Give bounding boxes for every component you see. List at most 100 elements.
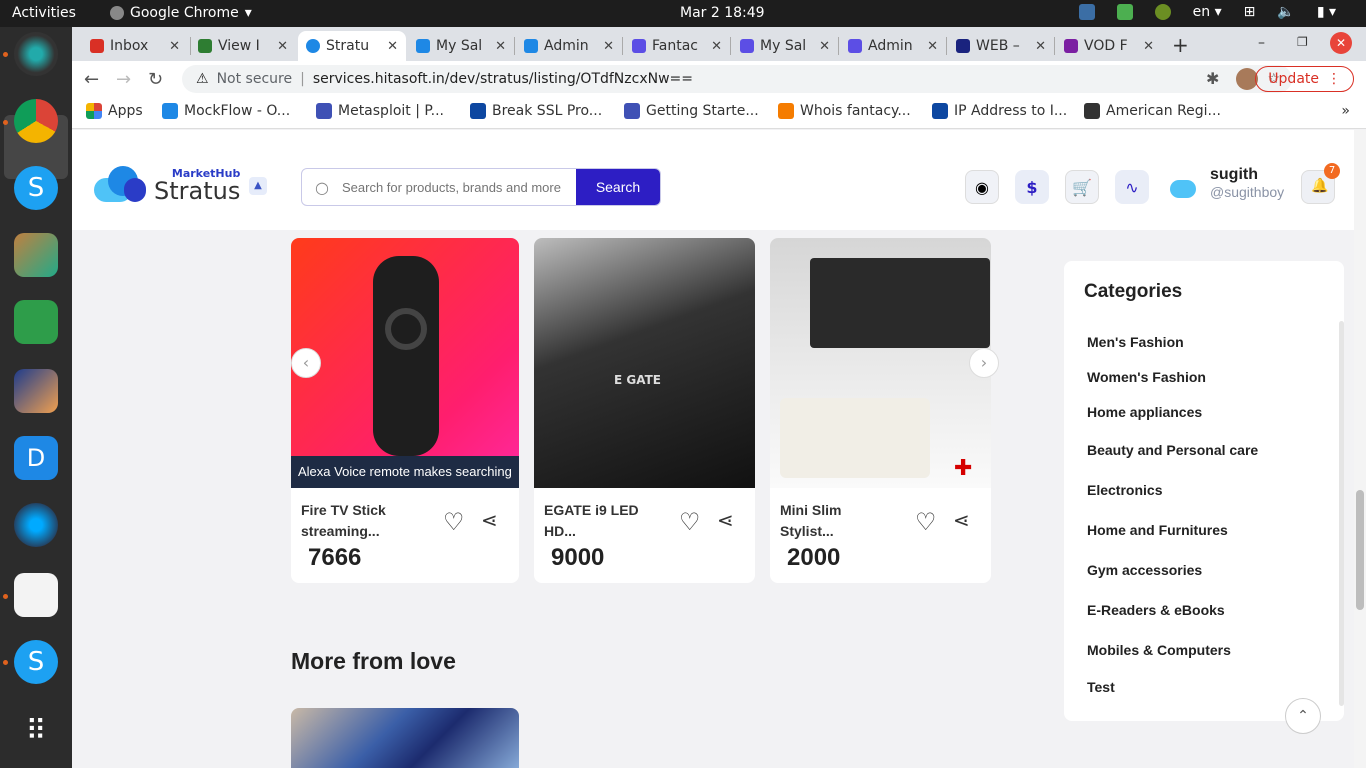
tab-fantac[interactable]: Fantac ✕ bbox=[624, 31, 730, 61]
tab-admin-2[interactable]: Admin ✕ bbox=[840, 31, 946, 61]
category-home-appliances[interactable]: Home appliances bbox=[1087, 404, 1202, 420]
url-text[interactable]: services.hitasoft.in/dev/stratus/listing… bbox=[313, 71, 693, 87]
maximize-button[interactable]: ❐ bbox=[1297, 35, 1308, 49]
clock[interactable]: Mar 2 18:49 bbox=[680, 5, 765, 21]
address-bar[interactable]: ⚠ Not secure | services.hitasoft.in/dev/… bbox=[182, 65, 1292, 93]
bookmark-american-registry[interactable]: American Regi... bbox=[1084, 103, 1221, 119]
update-button[interactable]: Update ⋮ bbox=[1255, 66, 1354, 92]
more-bookmarks-icon[interactable]: » bbox=[1341, 103, 1350, 119]
bookmark-apps[interactable]: Apps bbox=[86, 103, 143, 119]
category-mens-fashion[interactable]: Men's Fashion bbox=[1087, 334, 1184, 350]
product-image[interactable]: Alexa Voice remote makes searching bbox=[291, 238, 519, 488]
tab-inbox[interactable]: Inbox ✕ bbox=[82, 31, 188, 61]
chevron-up-icon[interactable]: ▲ bbox=[249, 177, 267, 195]
category-home-furnitures[interactable]: Home and Furnitures bbox=[1087, 522, 1228, 538]
product-image[interactable]: ✚ bbox=[770, 238, 991, 488]
page-scrollbar[interactable] bbox=[1354, 130, 1366, 768]
paint-brush-icon[interactable] bbox=[14, 233, 58, 277]
close-icon[interactable]: ✕ bbox=[711, 39, 722, 54]
search-button[interactable]: Search bbox=[576, 169, 660, 205]
vpn-icon[interactable] bbox=[1154, 4, 1171, 20]
volume-icon[interactable]: 🔈 bbox=[1277, 4, 1294, 20]
category-mobiles[interactable]: Mobiles & Computers bbox=[1087, 642, 1231, 658]
close-icon[interactable]: ✕ bbox=[819, 39, 830, 54]
scrollbar-thumb[interactable] bbox=[1356, 490, 1364, 610]
drawing-app-icon[interactable] bbox=[14, 369, 58, 413]
category-gym[interactable]: Gym accessories bbox=[1087, 562, 1202, 578]
back-button[interactable]: ← bbox=[84, 69, 99, 90]
close-icon[interactable]: ✕ bbox=[277, 39, 288, 54]
category-womens-fashion[interactable]: Women's Fashion bbox=[1087, 369, 1206, 385]
close-icon[interactable]: ✕ bbox=[603, 39, 614, 54]
user-info[interactable]: sugith @sugithboy bbox=[1210, 166, 1284, 200]
site-logo[interactable]: MarketHub Stratus bbox=[94, 164, 240, 204]
category-test[interactable]: Test bbox=[1087, 679, 1115, 695]
user-avatar[interactable] bbox=[1170, 180, 1196, 198]
product-card[interactable]: E GATE EGATE i9 LED HD... ♡ ⋖ 9000 bbox=[534, 238, 755, 583]
close-icon[interactable]: ✕ bbox=[1143, 39, 1154, 54]
update-manager-icon[interactable] bbox=[1078, 4, 1095, 20]
scroll-to-top-button[interactable]: ⌃ bbox=[1285, 698, 1321, 734]
bookmark-break-ssl[interactable]: Break SSL Pro... bbox=[470, 103, 602, 119]
skype-icon-2[interactable]: S bbox=[14, 640, 58, 684]
extensions-icon[interactable]: ✱ bbox=[1206, 69, 1219, 88]
product-name[interactable]: Fire TV Stick streaming... bbox=[301, 500, 386, 542]
tab-admin[interactable]: Admin ✕ bbox=[516, 31, 622, 61]
close-icon[interactable]: ✕ bbox=[927, 39, 938, 54]
reload-button[interactable]: ↻ bbox=[148, 69, 163, 90]
heart-icon[interactable]: ♡ bbox=[915, 508, 937, 536]
share-icon[interactable]: ⋖ bbox=[953, 508, 970, 532]
minimize-button[interactable]: – bbox=[1258, 35, 1265, 51]
tab-my-sal[interactable]: My Sal ✕ bbox=[408, 31, 514, 61]
categories-scrollbar[interactable] bbox=[1339, 321, 1344, 706]
tab-web[interactable]: WEB – ✕ bbox=[948, 31, 1054, 61]
close-icon[interactable]: ✕ bbox=[495, 39, 506, 54]
category-ereaders[interactable]: E-Readers & eBooks bbox=[1087, 602, 1225, 618]
window-close-button[interactable]: ✕ bbox=[1330, 32, 1352, 54]
carousel-next-button[interactable]: › bbox=[969, 348, 999, 378]
close-icon[interactable]: ✕ bbox=[1035, 39, 1046, 54]
language-selector[interactable]: en ▾ bbox=[1193, 4, 1222, 20]
shield-check-icon[interactable] bbox=[1116, 4, 1133, 20]
skype-icon[interactable]: S bbox=[14, 166, 58, 210]
close-icon[interactable]: ✕ bbox=[387, 39, 398, 54]
new-tab-button[interactable]: + bbox=[1172, 33, 1189, 57]
bookmark-getting-started[interactable]: Getting Starte... bbox=[624, 103, 759, 119]
deepin-icon[interactable]: D bbox=[14, 436, 58, 480]
category-beauty[interactable]: Beauty and Personal care bbox=[1087, 442, 1258, 458]
share-icon[interactable]: ⋖ bbox=[481, 508, 498, 532]
carousel-prev-button[interactable]: ‹ bbox=[291, 348, 321, 378]
product-card[interactable]: ✚ Mini Slim Stylist... ♡ ⋖ 2000 bbox=[770, 238, 991, 583]
search-input[interactable] bbox=[342, 169, 576, 205]
bookmark-ip-address[interactable]: IP Address to I... bbox=[932, 103, 1067, 119]
product-image[interactable]: E GATE bbox=[534, 238, 755, 488]
close-icon[interactable]: ✕ bbox=[169, 39, 180, 54]
forward-button[interactable]: → bbox=[116, 69, 131, 90]
product-card[interactable]: Alexa Voice remote makes searching Fire … bbox=[291, 238, 519, 583]
tab-my-sal-2[interactable]: My Sal ✕ bbox=[732, 31, 838, 61]
category-electronics[interactable]: Electronics bbox=[1087, 482, 1162, 498]
activities-button[interactable]: Activities bbox=[12, 5, 76, 21]
battery-icon[interactable]: ▮ ▾ bbox=[1317, 4, 1336, 20]
document-viewer-icon[interactable] bbox=[14, 573, 58, 617]
activity-icon[interactable]: ∿ bbox=[1115, 170, 1149, 204]
heart-icon[interactable]: ♡ bbox=[679, 508, 701, 536]
show-apps-grid-icon[interactable]: ⠿ bbox=[14, 709, 58, 753]
bookmark-metasploit[interactable]: Metasploit | P... bbox=[316, 103, 444, 119]
more-product-image[interactable] bbox=[291, 708, 519, 768]
app-menu[interactable]: Google Chrome ▾ bbox=[110, 5, 252, 21]
bookmark-mockflow[interactable]: MockFlow - O... bbox=[162, 103, 290, 119]
notification-button[interactable]: 🔔 7 bbox=[1301, 163, 1340, 204]
heart-icon[interactable]: ♡ bbox=[443, 508, 465, 536]
bookmark-whois[interactable]: Whois fantacy... bbox=[778, 103, 911, 119]
not-secure-label[interactable]: Not secure bbox=[217, 71, 293, 87]
product-name[interactable]: Mini Slim Stylist... bbox=[780, 500, 841, 542]
spreadsheet-icon[interactable] bbox=[14, 300, 58, 344]
webcam-app-icon[interactable] bbox=[14, 32, 58, 76]
share-icon[interactable]: ⋖ bbox=[717, 508, 734, 532]
warning-icon[interactable]: ⚠ bbox=[196, 71, 209, 87]
tab-stratus[interactable]: Stratu ✕ bbox=[298, 31, 406, 61]
tab-view[interactable]: View I ✕ bbox=[190, 31, 296, 61]
cart-icon[interactable]: 🛒 bbox=[1065, 170, 1099, 204]
chrome-dock-icon[interactable] bbox=[14, 99, 58, 143]
